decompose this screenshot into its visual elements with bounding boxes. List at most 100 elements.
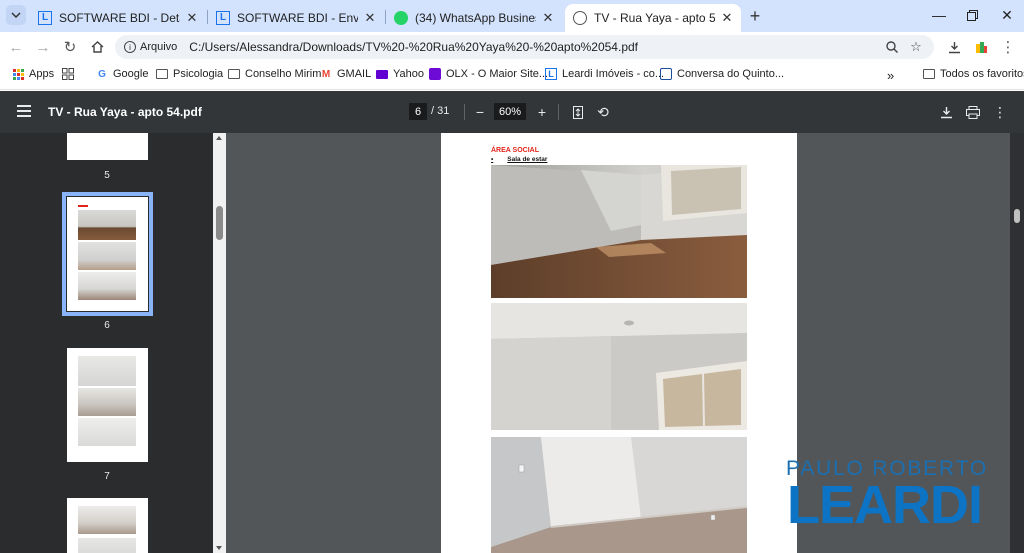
- room-photo-1: [491, 165, 747, 298]
- print-button[interactable]: [964, 103, 982, 121]
- zoom-search-icon[interactable]: [884, 39, 900, 55]
- minimize-button[interactable]: —: [922, 4, 956, 26]
- bookmark-label: Psicologia: [173, 68, 224, 80]
- zoom-in-button[interactable]: +: [533, 103, 551, 121]
- viewer-scrollbar-thumb[interactable]: [1014, 209, 1020, 223]
- toolbar-divider: [558, 104, 559, 120]
- tab-whatsapp[interactable]: (34) WhatsApp Business ✕: [386, 4, 562, 32]
- more-vertical-icon: ⋮: [993, 103, 1007, 120]
- room-photo-2: [491, 303, 747, 430]
- pdf-toolbar: TV - Rua Yaya - apto 54.pdf 6 / 31 − 60%…: [0, 91, 1024, 133]
- home-button[interactable]: [87, 37, 107, 57]
- bookmark-google[interactable]: G Google: [96, 68, 148, 80]
- sidebar-scrollbar-thumb[interactable]: [216, 206, 223, 240]
- scroll-up-arrow-icon[interactable]: [216, 136, 222, 140]
- bookmark-olx[interactable]: OLX - O Maior Site...: [429, 68, 548, 80]
- star-icon[interactable]: ☆: [908, 39, 924, 55]
- reload-button[interactable]: ↻: [60, 37, 80, 57]
- thumbnail-page-5[interactable]: [67, 133, 148, 160]
- download-icon: [940, 106, 952, 118]
- bookmark-conselho-mirim[interactable]: Conselho Mirim: [228, 68, 321, 80]
- bookmark-label: Leardi Imóveis - co...: [562, 68, 665, 80]
- extension-button[interactable]: [971, 37, 991, 57]
- pdf-download-button[interactable]: [937, 103, 955, 121]
- extension-icon: [975, 41, 987, 53]
- chip-label: Arquivo: [140, 41, 178, 53]
- bookmark-leardi[interactable]: L Leardi Imóveis - co...: [545, 68, 664, 80]
- tab-software-bdi-detalhe[interactable]: L SOFTWARE BDI - Detalhe Pesqu ✕: [30, 4, 206, 32]
- bookmark-label: Conselho Mirim: [245, 68, 322, 80]
- tab-software-bdi-enviafoto[interactable]: L SOFTWARE BDI - EnviaFoto Imó ✕: [208, 4, 384, 32]
- thumbnail-page-8[interactable]: [67, 498, 148, 553]
- minimize-icon: —: [932, 7, 946, 23]
- fit-page-icon: [573, 105, 583, 119]
- globe-icon: [573, 11, 587, 25]
- print-icon: [966, 105, 980, 119]
- reload-icon: ↻: [63, 39, 77, 56]
- bookmark-apps[interactable]: Apps: [12, 68, 54, 80]
- tab-pdf-active[interactable]: TV - Rua Yaya - apto 54.pdf ✕: [565, 4, 741, 32]
- page-number-input[interactable]: 6: [409, 103, 427, 120]
- pdf-title: TV - Rua Yaya - apto 54.pdf: [48, 105, 202, 119]
- pdf-sidebar-toggle[interactable]: [17, 105, 31, 117]
- yahoo-icon: [376, 68, 388, 80]
- page-total: / 31: [431, 105, 450, 117]
- restore-button[interactable]: [955, 4, 989, 26]
- viewer-scrollbar[interactable]: [1010, 133, 1024, 553]
- tab-label: (34) WhatsApp Business: [415, 11, 536, 25]
- tab-search-button[interactable]: [6, 5, 26, 25]
- thumbnail-page-7[interactable]: [67, 348, 148, 462]
- room-photo-3: [491, 437, 747, 553]
- section-title: ÁREA SOCIAL: [491, 147, 539, 154]
- pdf-more-button[interactable]: ⋮: [991, 103, 1009, 121]
- bookmark-psicologia[interactable]: Psicologia: [156, 68, 223, 80]
- bookmarks-bar: Apps G Google Psicologia Conselho Mirim …: [0, 62, 1024, 90]
- fit-page-button[interactable]: [569, 103, 587, 121]
- bookmark-label: OLX - O Maior Site...: [446, 68, 549, 80]
- back-button[interactable]: ←: [6, 37, 26, 57]
- bookmark-label: Todos os favoritos: [940, 68, 1024, 80]
- downloads-button[interactable]: [944, 37, 964, 57]
- bookmark-gmail[interactable]: M GMAIL: [320, 68, 371, 80]
- olx-icon: [429, 68, 441, 80]
- leardi-l-icon: L: [545, 68, 557, 80]
- close-window-button[interactable]: ✕: [990, 4, 1024, 26]
- folder-icon: [923, 68, 935, 80]
- bookmark-label: Yahoo: [393, 68, 424, 80]
- close-icon[interactable]: ✕: [540, 10, 556, 26]
- whatsapp-icon: [394, 11, 408, 25]
- sidebar-scrollbar[interactable]: [213, 133, 226, 553]
- close-icon[interactable]: ✕: [362, 10, 378, 26]
- new-tab-button[interactable]: +: [745, 6, 765, 26]
- url-text[interactable]: C:/Users/Alessandra/Downloads/TV%20-%20R…: [189, 40, 638, 54]
- tab-strip: L SOFTWARE BDI - Detalhe Pesqu ✕ L SOFTW…: [0, 0, 1024, 32]
- plus-icon: +: [749, 5, 761, 26]
- close-icon[interactable]: ✕: [719, 10, 735, 26]
- browser-menu-button[interactable]: ⋮: [998, 37, 1018, 57]
- leardi-l-icon: L: [38, 11, 52, 25]
- bookmark-all-favorites[interactable]: Todos os favoritos: [923, 68, 1024, 80]
- bookmark-yahoo[interactable]: Yahoo: [376, 68, 424, 80]
- address-bar[interactable]: i Arquivo C:/Users/Alessandra/Downloads/…: [115, 35, 934, 59]
- bookmark-label: Conversa do Quinto...: [677, 68, 785, 80]
- folder-icon: [228, 68, 240, 80]
- zoom-out-button[interactable]: −: [471, 103, 489, 121]
- gmail-icon: M: [321, 68, 331, 80]
- rotate-button[interactable]: ⟲: [594, 103, 612, 121]
- restore-icon: [966, 9, 978, 21]
- watermark-logo: LEARDI: [787, 475, 983, 535]
- bookmark-tab-groups[interactable]: [62, 68, 79, 80]
- forward-button[interactable]: →: [33, 37, 53, 57]
- site-info-chip[interactable]: i Arquivo: [124, 41, 177, 53]
- tab-groups-icon: [62, 68, 74, 80]
- zoom-input[interactable]: 60%: [494, 103, 526, 120]
- chevron-double-right-icon: »: [887, 68, 895, 83]
- scroll-down-arrow-icon[interactable]: [216, 546, 222, 550]
- browser-toolbar: ← → ↻ i Arquivo C:/Users/Alessandra/Down…: [0, 32, 1024, 62]
- thumbnail-page-6[interactable]: [62, 192, 153, 316]
- download-icon: [948, 41, 960, 53]
- tab-label: SOFTWARE BDI - EnviaFoto Imó: [237, 11, 358, 25]
- bookmark-conversa-quinto[interactable]: Conversa do Quinto...: [660, 68, 784, 80]
- bookmarks-overflow-button[interactable]: »: [887, 68, 894, 83]
- close-icon[interactable]: ✕: [184, 10, 200, 26]
